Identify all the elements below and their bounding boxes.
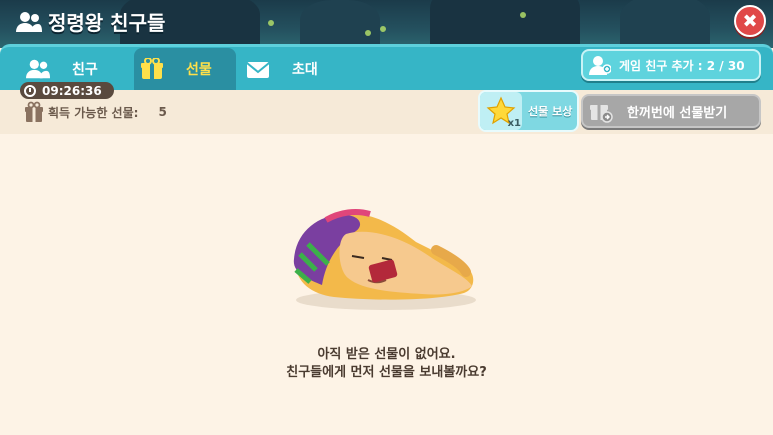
tab-invite[interactable]: 초대 bbox=[246, 48, 356, 90]
close-button[interactable]: ✖ bbox=[734, 5, 766, 37]
close-icon: ✖ bbox=[742, 10, 758, 32]
add-game-friend-button[interactable]: 게임 친구 추가 : 2 / 30 bbox=[581, 49, 761, 81]
gift-icon bbox=[141, 58, 163, 79]
available-gifts: 획득 가능한 선물: 5 bbox=[24, 101, 167, 123]
tab-friends-label: 친구 bbox=[72, 62, 98, 78]
receive-all-label: 한꺼번에 선물받기 bbox=[627, 105, 728, 121]
gift-box-icon bbox=[25, 101, 43, 122]
title-text: 정령왕 친구들 bbox=[48, 11, 166, 35]
gift-timer: 09:26:36 bbox=[20, 82, 114, 99]
reward-item: x1 bbox=[480, 92, 522, 130]
receive-gift-icon bbox=[590, 105, 613, 123]
reward-multiplier: x1 bbox=[507, 118, 521, 129]
clock-icon bbox=[24, 84, 36, 97]
empty-message-line1: 아직 받은 선물이 없어요. bbox=[317, 347, 456, 362]
empty-message-line2: 친구들에게 먼저 선물을 보내볼까요? bbox=[286, 365, 487, 380]
sleeping-mascot-illustration bbox=[293, 209, 476, 310]
page-title: 정령왕 친구들 bbox=[16, 7, 165, 36]
available-gifts-count: 5 bbox=[158, 105, 167, 119]
available-gifts-label: 획득 가능한 선물: bbox=[48, 105, 139, 120]
gift-reward-button[interactable]: x1 선물 보상 bbox=[478, 90, 579, 132]
friends-icon bbox=[26, 59, 50, 79]
friends-icon bbox=[16, 11, 42, 32]
tab-gifts-label: 선물 bbox=[186, 62, 212, 78]
tab-gifts[interactable]: 선물 bbox=[134, 48, 236, 90]
add-friend-label: 게임 친구 추가 : 2 / 30 bbox=[619, 58, 745, 73]
timer-value: 09:26:36 bbox=[42, 83, 102, 98]
reward-label: 선물 보상 bbox=[528, 105, 573, 118]
tab-invite-label: 초대 bbox=[292, 62, 318, 78]
add-friend-icon bbox=[589, 56, 611, 75]
envelope-icon bbox=[246, 62, 270, 78]
receive-all-gifts-button[interactable]: 한꺼번에 선물받기 bbox=[581, 94, 761, 128]
